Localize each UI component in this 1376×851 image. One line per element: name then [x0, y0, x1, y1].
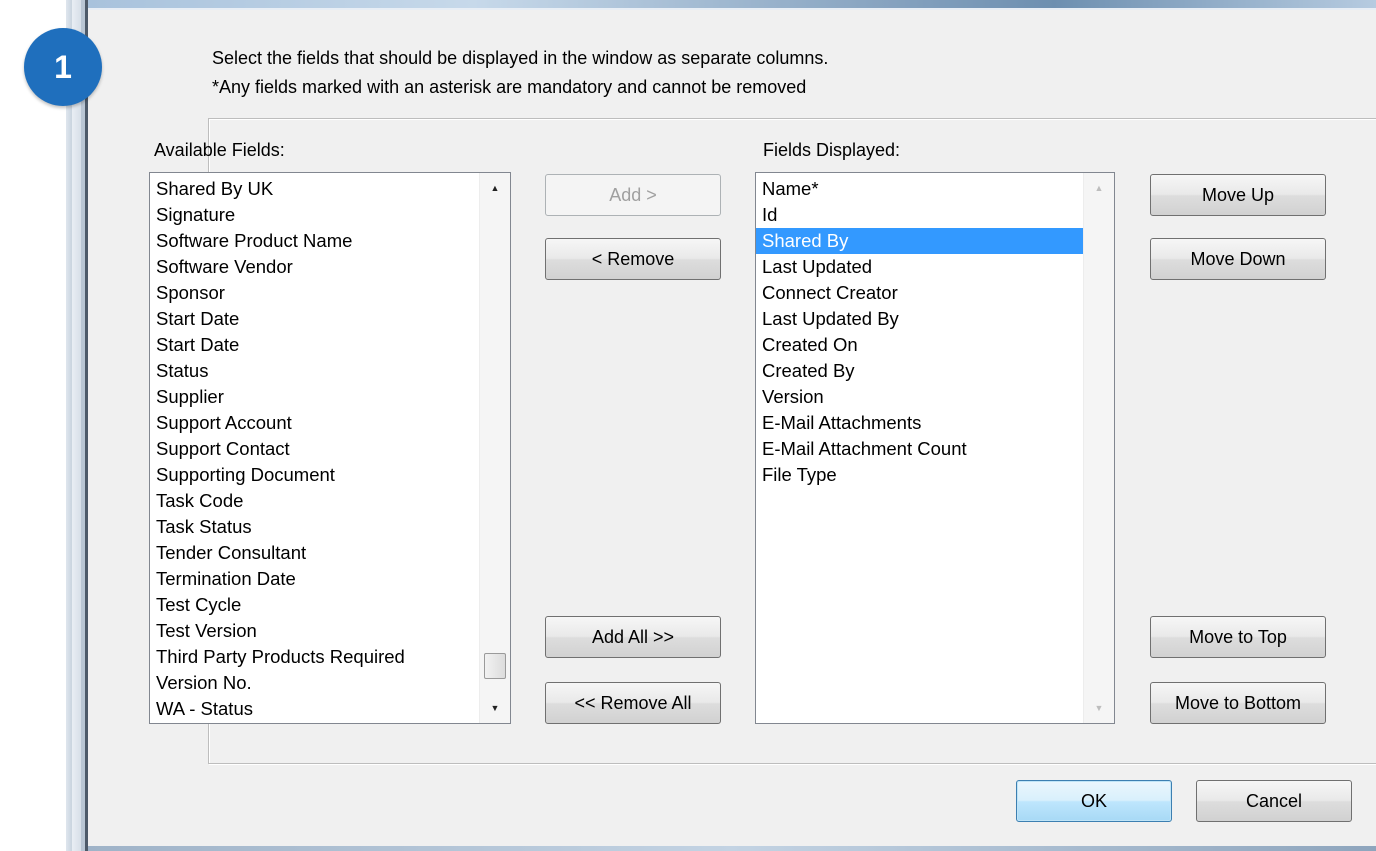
fields-displayed-scrollbar[interactable]: ▲ ▼ [1083, 173, 1114, 723]
move-to-top-button[interactable]: Move to Top [1150, 616, 1326, 658]
list-item[interactable]: Task Status [150, 514, 510, 540]
scroll-up-icon[interactable]: ▲ [1084, 175, 1114, 201]
fields-displayed-label: Fields Displayed: [763, 140, 901, 160]
list-item[interactable]: Tender Consultant [150, 540, 510, 566]
move-up-button[interactable]: Move Up [1150, 174, 1326, 216]
column-chooser-dialog: Select the fields that should be display… [88, 10, 1376, 846]
move-to-bottom-button[interactable]: Move to Bottom [1150, 682, 1326, 724]
cancel-button[interactable]: Cancel [1196, 780, 1352, 822]
list-item[interactable]: Version [756, 384, 1114, 410]
scroll-up-icon[interactable]: ▲ [480, 175, 510, 201]
list-item[interactable]: Test Version [150, 618, 510, 644]
list-item[interactable]: Version No. [150, 670, 510, 696]
list-item[interactable]: Connect Creator [756, 280, 1114, 306]
list-item[interactable]: Shared By [756, 228, 1114, 254]
list-item[interactable]: Third Party Products Required [150, 644, 510, 670]
mandatory-note: *Any fields marked with an asterisk are … [212, 77, 807, 97]
list-item[interactable]: Created By [756, 358, 1114, 384]
list-item[interactable]: Shared By UK [150, 176, 510, 202]
list-item[interactable]: E-Mail Attachments [756, 410, 1114, 436]
list-item[interactable]: Start Date [150, 332, 510, 358]
list-item[interactable]: Start Date [150, 306, 510, 332]
list-item[interactable]: Last Updated [756, 254, 1114, 280]
list-item[interactable]: Termination Date [150, 566, 510, 592]
list-item[interactable]: Sponsor [150, 280, 510, 306]
list-item[interactable]: Task Code [150, 488, 510, 514]
list-item[interactable]: Status [150, 358, 510, 384]
available-fields-scrollbar[interactable]: ▲ ▼ [479, 173, 510, 723]
step-number-badge: 1 [24, 28, 102, 106]
available-fields-list[interactable]: Shared By UK Signature Software Product Na… [149, 172, 511, 724]
list-item[interactable]: Software Product Name [150, 228, 510, 254]
add-all-button[interactable]: Add All >> [545, 616, 721, 658]
list-item[interactable]: E-Mail Attachment Count [756, 436, 1114, 462]
add-button[interactable]: Add > [545, 174, 721, 216]
list-item[interactable]: Supporting Document [150, 462, 510, 488]
remove-button[interactable]: < Remove [545, 238, 721, 280]
list-item[interactable]: Test Cycle [150, 592, 510, 618]
list-item[interactable]: Last Updated By [756, 306, 1114, 332]
list-item[interactable]: Support Account [150, 410, 510, 436]
window-frame-left-mid [72, 0, 81, 851]
available-fields-items: Shared By UK Signature Software Product Na… [150, 173, 510, 722]
move-down-button[interactable]: Move Down [1150, 238, 1326, 280]
window-frame-top [88, 0, 1376, 8]
scroll-down-icon[interactable]: ▼ [480, 695, 510, 721]
available-fields-label: Available Fields: [154, 140, 285, 160]
list-item[interactable]: Software Vendor [150, 254, 510, 280]
list-item[interactable]: Signature [150, 202, 510, 228]
scroll-thumb[interactable] [484, 653, 506, 679]
fields-displayed-list[interactable]: Name* Id Shared By Last Updated Connect Crea… [755, 172, 1115, 724]
list-item[interactable]: File Type [756, 462, 1114, 488]
instruction-text: Select the fields that should be display… [212, 48, 829, 68]
scroll-down-icon[interactable]: ▼ [1084, 695, 1114, 721]
list-item[interactable]: Name* [756, 176, 1114, 202]
window-frame-bottom [88, 846, 1376, 851]
screenshot-stage: Select the fields that should be display… [0, 0, 1376, 851]
list-item[interactable]: Created On [756, 332, 1114, 358]
list-item[interactable]: Support Contact [150, 436, 510, 462]
list-item[interactable]: WA - Status [150, 696, 510, 722]
ok-button[interactable]: OK [1016, 780, 1172, 822]
list-item[interactable]: Id [756, 202, 1114, 228]
fields-displayed-items: Name* Id Shared By Last Updated Connect Crea… [756, 173, 1114, 488]
list-item[interactable]: Supplier [150, 384, 510, 410]
remove-all-button[interactable]: << Remove All [545, 682, 721, 724]
